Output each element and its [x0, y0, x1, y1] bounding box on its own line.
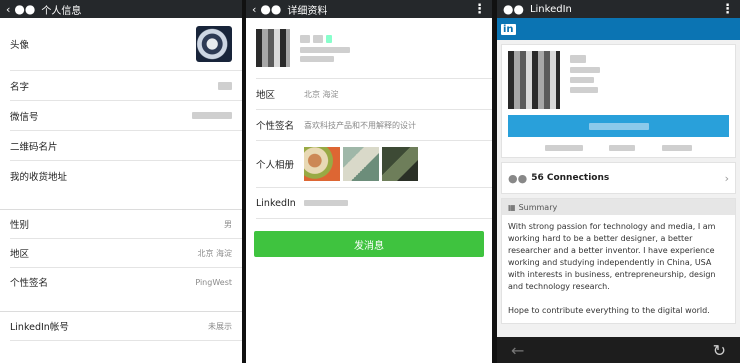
album-photo[interactable]: [382, 147, 418, 181]
connections-row[interactable]: ●● 56 Connections ›: [501, 162, 736, 194]
region-row: 地区 北京 海淀: [246, 79, 492, 109]
summary-header: ▦ Summary: [502, 199, 735, 215]
row-value: PingWest: [195, 277, 232, 287]
wechat-logo-icon: ●●: [260, 2, 282, 16]
signature-row: 个性签名 喜欢科技产品和不用解释的设计: [246, 110, 492, 140]
album-photo[interactable]: [343, 147, 379, 181]
back-arrow-icon[interactable]: ←: [511, 341, 524, 360]
row-value: 未展示: [208, 321, 232, 331]
summary-card: ▦ Summary With strong passion for techno…: [501, 198, 736, 324]
row-value: 喜欢科技产品和不用解释的设计: [304, 120, 416, 130]
summary-paragraph: With strong passion for technology and m…: [508, 222, 716, 291]
refresh-icon[interactable]: ↻: [713, 341, 726, 360]
linkedin-header-strip: in: [497, 18, 740, 40]
linkedin-redacted: [304, 200, 348, 206]
page-title: 个人信息: [41, 5, 82, 17]
row-label: 地区: [10, 249, 30, 260]
row-value: 北京 海淀: [304, 89, 339, 99]
linkedin-account-row[interactable]: LinkedIn帐号 未展示: [0, 312, 242, 340]
linkedin-row[interactable]: LinkedIn: [246, 188, 492, 218]
row-value: 男: [224, 219, 232, 229]
avatar: [196, 26, 232, 62]
row-label: LinkedIn帐号: [10, 322, 69, 333]
people-icon: ●●: [508, 171, 528, 185]
row-label: 个人相册: [256, 160, 295, 171]
row-label: 我的收货地址: [10, 171, 68, 183]
send-message-button[interactable]: 发消息: [254, 231, 484, 257]
linkedin-profile-screen: ●● LinkedIn ⋮ in ●● 56 Connections › ▦ S…: [497, 0, 740, 363]
back-chevron-icon[interactable]: ‹: [6, 3, 10, 16]
album-photo[interactable]: [304, 147, 340, 181]
address-row[interactable]: 我的收货地址: [0, 161, 242, 190]
signature-row[interactable]: 个性签名 PingWest: [0, 268, 242, 296]
wechat-id-row[interactable]: 微信号: [0, 101, 242, 130]
name-redacted: [218, 81, 232, 90]
profile-info-screen: ‹ ●● 个人信息 头像 名字 微信号 二维码名片 我的收货地址 性别 男 地区…: [0, 0, 242, 363]
back-chevron-icon[interactable]: ‹: [252, 3, 256, 16]
contact-detail-screen: ‹ ●● 详细资料 ⋮ 地区 北京 海淀 个性签名 喜欢科技产品和不用解释的设计…: [246, 0, 492, 363]
wechat-id-redacted: [192, 112, 232, 119]
avatar-row[interactable]: 头像: [0, 18, 242, 70]
gender-row[interactable]: 性别 男: [0, 210, 242, 238]
row-label: 性别: [10, 220, 30, 231]
document-icon: ▦: [508, 202, 516, 212]
linkedin-profile-card: [501, 44, 736, 158]
album-row[interactable]: 个人相册: [246, 141, 492, 187]
view-full-profile-button[interactable]: [508, 115, 729, 137]
row-label: 个性签名: [256, 121, 295, 132]
summary-text: With strong passion for technology and m…: [502, 215, 735, 323]
contact-header: [246, 18, 492, 78]
top-bar: ‹ ●● 个人信息: [0, 0, 242, 18]
row-value: 北京 海淀: [197, 248, 232, 258]
row-label: 二维码名片: [10, 141, 58, 153]
page-title: LinkedIn: [529, 3, 572, 15]
qr-card-row[interactable]: 二维码名片: [0, 131, 242, 160]
avatar: [508, 51, 560, 109]
name-row[interactable]: 名字: [0, 71, 242, 100]
summary-title: Summary: [518, 202, 558, 212]
wechat-logo-icon: ●●: [14, 2, 36, 16]
row-label: 名字: [10, 81, 30, 93]
row-label: 头像: [10, 40, 30, 51]
row-label: LinkedIn: [256, 197, 296, 209]
region-row[interactable]: 地区 北京 海淀: [0, 239, 242, 267]
linkedin-logo-icon: in: [501, 23, 516, 35]
avatar[interactable]: [256, 29, 290, 67]
row-label: 微信号: [10, 111, 39, 123]
top-bar: ‹ ●● 详细资料 ⋮: [246, 0, 492, 18]
more-menu-icon[interactable]: ⋮: [473, 2, 486, 17]
connections-count: 56 Connections: [531, 173, 610, 183]
bottom-bar: ← ↻: [497, 337, 740, 363]
row-label: 地区: [256, 90, 276, 101]
chevron-right-icon: ›: [724, 171, 729, 185]
row-label: 个性签名: [10, 278, 49, 289]
top-bar: ●● LinkedIn ⋮: [497, 0, 740, 18]
summary-paragraph: Hope to contribute everything to the dig…: [508, 306, 710, 315]
wechat-logo-icon: ●●: [503, 2, 524, 16]
more-menu-icon[interactable]: ⋮: [721, 2, 734, 17]
page-title: 详细资料: [287, 5, 328, 17]
